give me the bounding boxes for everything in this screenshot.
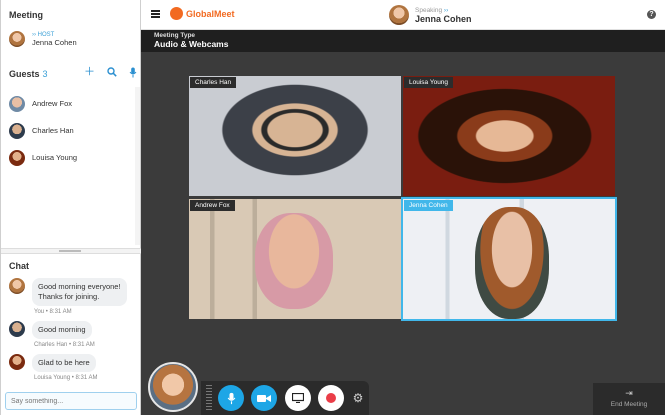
menu-icon[interactable]: [151, 10, 160, 18]
panel-resize-handle[interactable]: [1, 248, 141, 254]
video-name-label: Louisa Young: [404, 77, 454, 88]
meeting-type-bar: Meeting Type Audio & Webcams: [141, 30, 665, 52]
list-item[interactable]: Louisa Young: [9, 144, 135, 171]
chat-text-line: Thanks for joining.: [38, 292, 100, 301]
chat-input[interactable]: [5, 392, 137, 410]
main-stage: GlobalMeet Speaking ›› Jenna Cohen ? Mee…: [141, 0, 665, 415]
video-tile-active[interactable]: Jenna Cohen: [401, 197, 617, 321]
participant-video: [475, 207, 549, 319]
record-button[interactable]: [318, 385, 344, 411]
meeting-type-label: Meeting Type: [154, 32, 196, 39]
host-avatar: [9, 31, 25, 47]
share-screen-icon: [292, 393, 304, 403]
chat-text-line: Good morning everyone!: [38, 282, 121, 291]
avatar: [9, 278, 25, 294]
self-view-avatar[interactable]: [148, 362, 198, 412]
video-tile[interactable]: Charles Han: [189, 76, 401, 196]
settings-gear-icon[interactable]: ⚙: [349, 385, 367, 411]
speaking-label: Speaking ››: [415, 6, 449, 14]
exit-icon: ⇥: [625, 388, 633, 398]
meeting-type-value: Audio & Webcams: [154, 39, 229, 49]
host-name: Jenna Cohen: [32, 37, 77, 47]
chat-bubble: Good morning: [32, 321, 92, 339]
logo-icon: [170, 7, 183, 20]
host-row: ›› HOST Jenna Cohen: [9, 31, 77, 47]
top-bar: GlobalMeet Speaking ›› Jenna Cohen ?: [141, 0, 665, 30]
video-name-label: Jenna Cohen: [404, 200, 453, 211]
list-item[interactable]: Charles Han: [9, 117, 135, 144]
guests-header: Guests 3 ＋: [9, 67, 137, 81]
mic-icon[interactable]: [129, 67, 137, 81]
avatar: [9, 149, 25, 166]
avatar: [9, 95, 25, 112]
camera-button[interactable]: [251, 385, 277, 411]
logo: GlobalMeet: [170, 7, 235, 20]
chat-meta: Charles Han • 8:31 AM: [34, 342, 95, 348]
video-tile[interactable]: Louisa Young: [403, 76, 615, 196]
help-icon[interactable]: ?: [647, 10, 656, 19]
guests-title: Guests: [9, 69, 40, 79]
chat-message: Glad to be here Louisa Young • 8:31 AM: [9, 354, 98, 381]
end-meeting-label: End Meeting: [610, 401, 648, 408]
video-tile[interactable]: Andrew Fox: [189, 199, 401, 319]
search-icon[interactable]: [107, 67, 117, 81]
chat-message: Good morning everyone! Thanks for joinin…: [9, 278, 127, 315]
audio-level-meter: [206, 385, 212, 411]
speaker-avatar: [389, 5, 409, 25]
end-meeting-button[interactable]: ⇥ End Meeting: [593, 383, 665, 415]
left-sidebar: Meeting ›› HOST Jenna Cohen Guests 3 ＋ A…: [0, 0, 141, 415]
active-speaker: Speaking ›› Jenna Cohen: [389, 5, 472, 25]
guest-list-scrollbar[interactable]: [135, 87, 140, 245]
record-icon: [326, 393, 336, 403]
camera-icon: [257, 394, 271, 402]
chat-bubble: Glad to be here: [32, 354, 96, 372]
share-screen-button[interactable]: [285, 385, 311, 411]
guest-name: Charles Han: [32, 126, 74, 135]
speaker-name: Jenna Cohen: [415, 13, 472, 24]
control-bar: ⚙: [201, 381, 369, 415]
chat-meta: You • 8:31 AM: [34, 309, 72, 315]
chat-meta: Louisa Young • 8:31 AM: [34, 375, 98, 381]
meeting-section-title: Meeting: [9, 10, 44, 20]
avatar: [9, 354, 25, 370]
participant-video: [255, 213, 333, 309]
video-name-label: Charles Han: [190, 77, 237, 88]
avatar: [9, 122, 25, 139]
guests-count: 3: [42, 69, 48, 79]
add-guest-icon[interactable]: ＋: [84, 67, 95, 81]
guest-name: Andrew Fox: [32, 99, 73, 108]
mic-icon: [227, 392, 235, 404]
list-item[interactable]: Andrew Fox: [9, 90, 135, 117]
logo-text: GlobalMeet: [186, 8, 235, 19]
mic-button[interactable]: [218, 385, 244, 411]
avatar: [9, 321, 25, 337]
guest-list: Andrew Fox Charles Han Louisa Young: [9, 90, 135, 171]
chat-message: Good morning Charles Han • 8:31 AM: [9, 321, 95, 348]
guest-name: Louisa Young: [32, 153, 78, 162]
video-name-label: Andrew Fox: [190, 200, 235, 211]
chat-bubble: Good morning everyone! Thanks for joinin…: [32, 278, 127, 306]
chat-title: Chat: [9, 261, 29, 271]
